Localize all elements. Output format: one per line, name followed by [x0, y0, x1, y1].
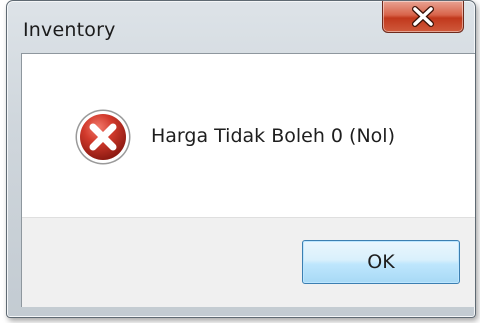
- error-message: Harga Tidak Boleh 0 (Nol): [151, 125, 395, 147]
- button-bar: OK: [22, 217, 475, 307]
- message-area: Harga Tidak Boleh 0 (Nol): [22, 54, 475, 217]
- close-button[interactable]: [382, 1, 464, 33]
- window-title: Inventory: [23, 19, 116, 41]
- title-bar[interactable]: Inventory: [7, 1, 475, 53]
- ok-button[interactable]: OK: [302, 240, 460, 284]
- dialog-body: Harga Tidak Boleh 0 (Nol) OK: [21, 53, 475, 307]
- error-icon: [75, 109, 131, 165]
- dialog-window: Inventory Harga Tidak Boleh 0 (Nol) OK: [6, 0, 476, 318]
- close-icon: [412, 6, 434, 27]
